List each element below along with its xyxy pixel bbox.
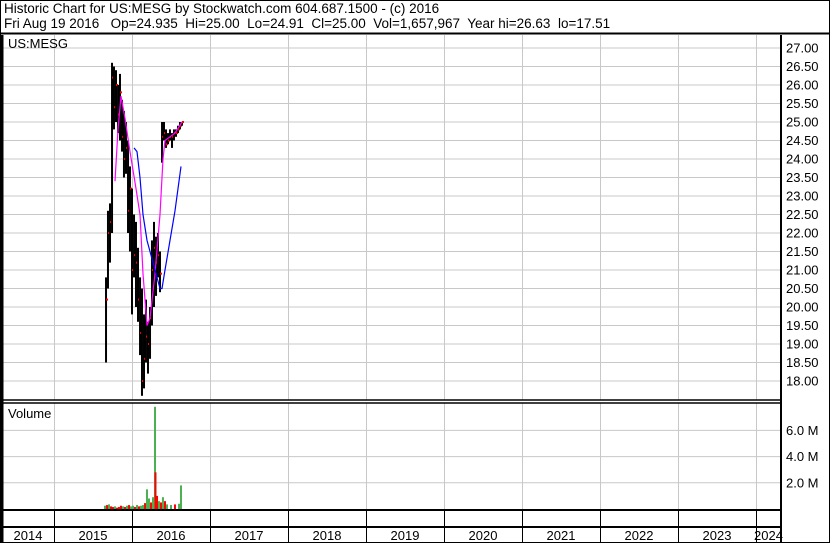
price-bar [146,321,149,374]
outer-border [0,0,830,543]
volume-bar [129,506,132,509]
close-tick [181,121,184,123]
price-bar [162,122,165,141]
volume-bar [163,501,166,509]
year-label: 2020 [469,528,498,543]
close-tick [119,91,122,94]
volume-bar [122,506,125,509]
price-bar [133,214,136,278]
price-bar [168,129,171,141]
volume-bar [135,505,138,509]
price-bar [122,110,125,178]
price-tick-label: 20.50 [786,281,819,296]
symbol-label: US:MESG [8,36,68,51]
volume-bar [116,507,119,509]
year-label: 2015 [79,528,108,543]
price-tick-label: 27.00 [786,41,819,56]
year-label: 2016 [157,528,186,543]
volume-bar [156,495,159,509]
year-label: 2017 [235,528,264,543]
price-tick-label: 18.50 [786,355,819,370]
price-tick-label: 26.00 [786,78,819,93]
price-bar [143,314,146,389]
year-label: 2021 [547,528,576,543]
close-tick [106,298,109,301]
volume-tick-label: 2.0 M [786,475,819,490]
year-label: 2014 [14,528,43,543]
price-tick-label: 20.00 [786,300,819,315]
price-bar [115,70,118,122]
volume-bar [123,507,126,509]
stock-chart: 27.00 26.50 26.00 25.50 25.00 24.50 24.00 23.50… [0,0,830,543]
price-bar [106,210,109,289]
volume-label: Volume [8,406,51,421]
price-tick-label: 21.50 [786,244,819,259]
price-bar [128,166,131,252]
volume-bar [107,504,110,509]
price-bar [139,277,142,356]
volume-bar [111,507,114,509]
price-bar [137,247,140,322]
year-label: 2019 [391,528,420,543]
volume-bar [120,505,123,509]
volume-tick-label: 4.0 M [786,449,819,464]
volume-bar [157,501,160,509]
volume-bar [166,504,169,509]
price-tick-label: 19.50 [786,318,819,333]
volume-bar [141,505,144,509]
price-bar [134,221,137,307]
volume-bar [139,505,142,509]
year-label: 2018 [313,528,342,543]
price-tick-label: 19.00 [786,337,819,352]
price-tick-label: 22.00 [786,226,819,241]
price-bar [111,62,114,233]
volume-bar [104,505,107,509]
volume-bar [128,505,131,509]
volume-bar [133,507,136,509]
price-tick-label: 21.00 [786,263,819,278]
price-tick-label: 23.50 [786,170,819,185]
close-tick [160,272,163,275]
price-tick-label: 25.50 [786,96,819,111]
price-bar [105,277,108,363]
volume-bar [126,505,129,509]
price-tick-label: 23.00 [786,189,819,204]
price-tick-label: 24.00 [786,152,819,167]
price-bar [140,288,143,396]
volume-bar [106,505,109,509]
price-bar [127,140,130,233]
volume-bar [138,506,141,509]
price-bar [112,66,115,130]
price-tick-label: 22.50 [786,207,819,222]
year-label: 2023 [703,528,732,543]
volume-bar [145,489,148,509]
price-bar [109,203,112,263]
volume-bar [178,503,181,509]
volume-bar [132,505,135,509]
year-label: 2024 [754,528,783,543]
price-bar [131,188,133,315]
price-bar [150,240,153,326]
volume-bar [160,502,163,509]
volume-bar [170,505,172,509]
volume-bar [148,498,151,509]
year-label: 2022 [625,528,654,543]
volume-tick-label: 6.0 M [786,423,819,438]
volume-bar [179,485,182,509]
price-tick-label: 25.00 [786,115,819,130]
volume-bar [110,506,113,509]
price-tick-label: 26.50 [786,59,819,74]
volume-bar [173,504,176,509]
volume-bar [161,497,164,509]
volume-bar [144,503,147,509]
volume-bar [117,507,120,509]
price-tick-label: 24.50 [786,133,819,148]
volume-bar [150,502,153,509]
price-tick-label: 18.00 [786,374,819,389]
volume-bar [151,497,154,509]
volume-bar [113,506,116,509]
